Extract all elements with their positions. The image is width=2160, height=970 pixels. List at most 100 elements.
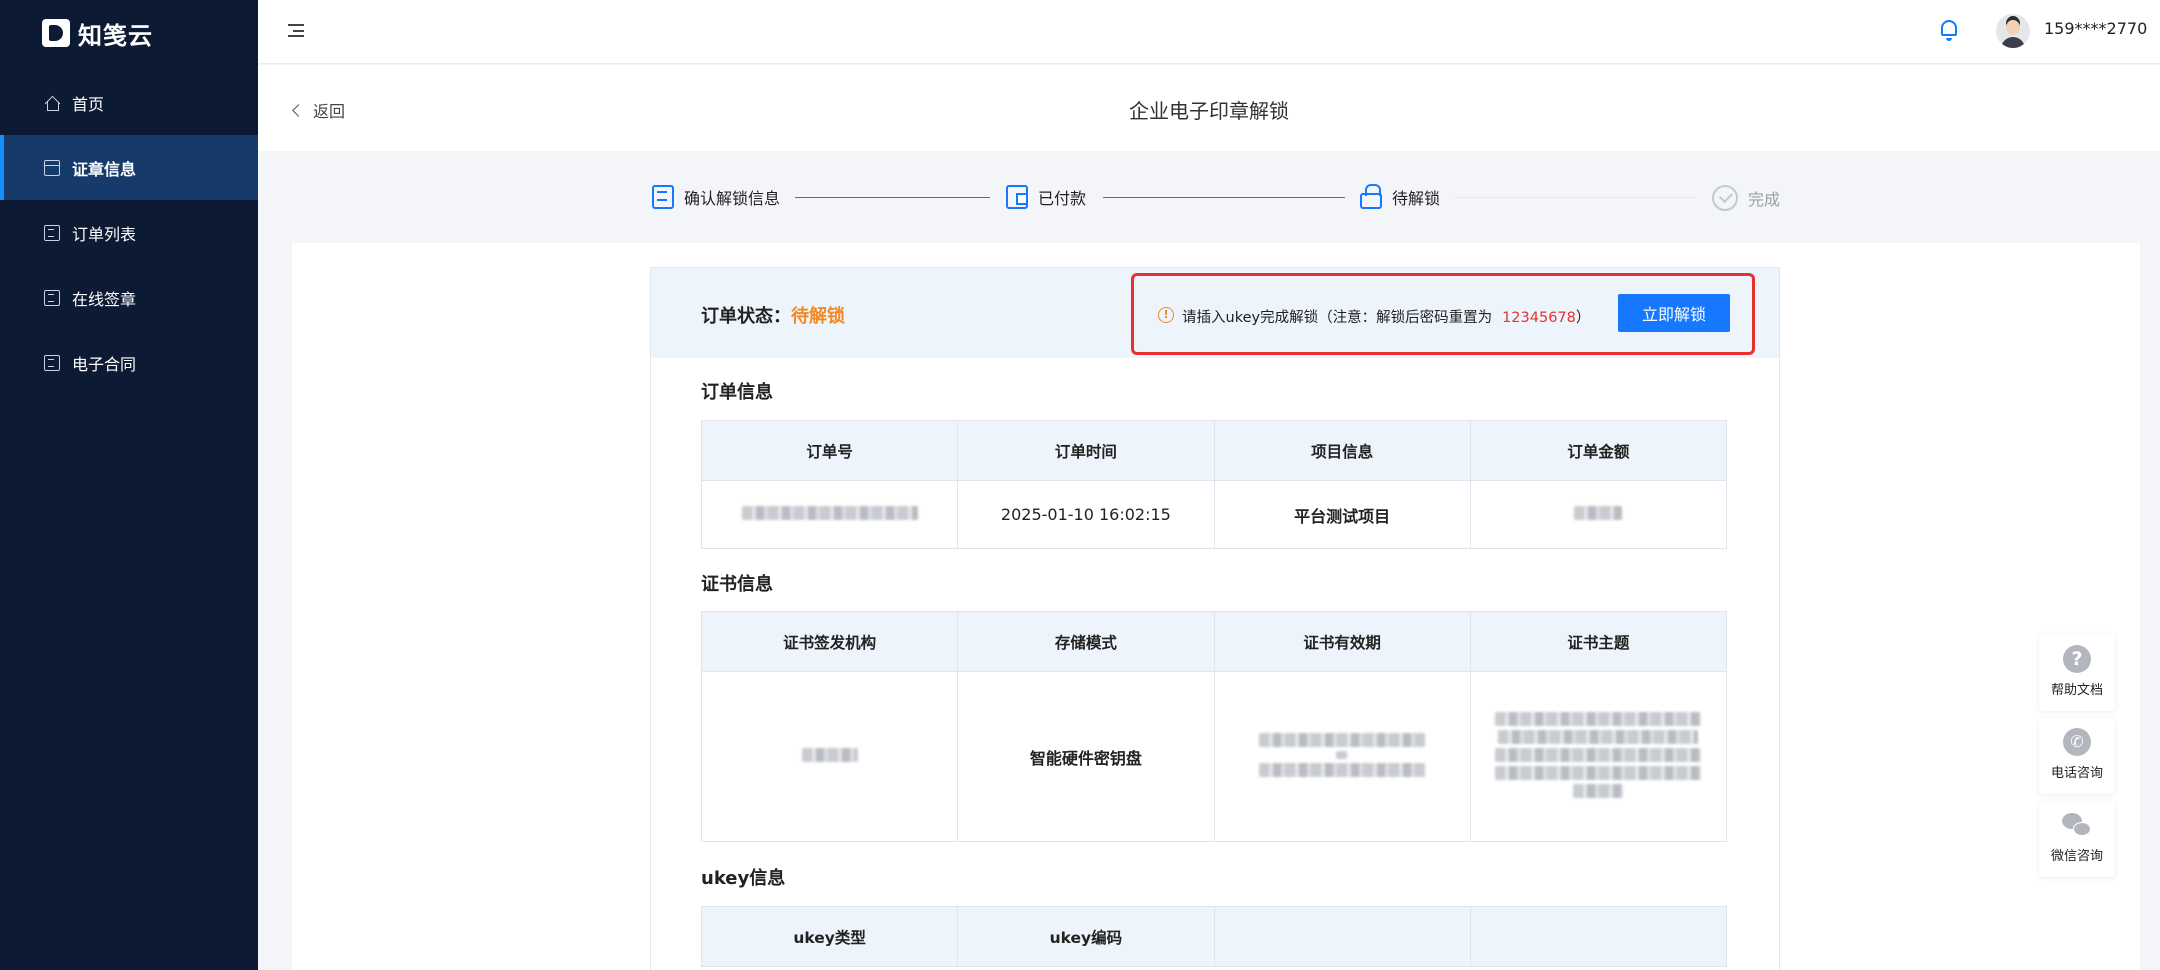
order-detail-card: 订单状态：待解锁 ! 请插入ukey完成解锁（注意：解锁后密码重置为 123456…	[650, 267, 1780, 970]
sidebar-item-home[interactable]: 首页	[0, 70, 258, 135]
table-header: 项目信息	[1213, 420, 1471, 481]
sidebar-item-order-list[interactable]: 订单列表	[0, 200, 258, 265]
redacted-value	[741, 506, 918, 520]
redacted-value	[1574, 506, 1623, 520]
project-cell: 平台测试项目	[1213, 480, 1471, 549]
main-content: 订单状态：待解锁 ! 请插入ukey完成解锁（注意：解锁后密码重置为 123456…	[292, 243, 2140, 970]
help-docs-button[interactable]: ? 帮助文档	[2039, 635, 2115, 711]
table-header: ukey类型	[700, 906, 959, 967]
step-label: 确认解锁信息	[684, 189, 781, 208]
table-header: 证书有效期	[1213, 611, 1471, 672]
table-header: 证书签发机构	[700, 611, 959, 672]
reset-password: 12345678	[1502, 310, 1576, 326]
table-row: 智能硬件密钥盘	[700, 671, 1728, 842]
table-header	[1213, 906, 1471, 967]
step-label: 待解锁	[1392, 189, 1441, 208]
order-info-table: 订单号 订单时间 项目信息 订单金额 2025-01-10 16:02:15 平…	[700, 420, 1728, 549]
sidebar-item-online-sign[interactable]: 在线签章	[0, 265, 258, 330]
order-amount-cell	[1469, 480, 1728, 549]
home-icon	[44, 95, 60, 111]
sidebar-item-label: 证章信息	[72, 159, 137, 179]
order-status: 订单状态：待解锁	[701, 302, 845, 328]
cert-info-table: 证书签发机构 存储模式 证书有效期 证书主题 智能硬件密钥盘	[700, 611, 1728, 842]
sidebar-item-label: 首页	[72, 94, 105, 114]
progress-steps: 确认解锁信息 已付款 待解锁 完成	[258, 151, 2160, 243]
page-title: 企业电子印章解锁	[1129, 99, 1289, 123]
table-header: 订单金额	[1469, 420, 1728, 481]
sidebar-item-e-contract[interactable]: 电子合同	[0, 330, 258, 395]
sidebar-item-label: 电子合同	[72, 354, 137, 374]
step-complete: 完成	[1712, 185, 1780, 211]
table-header: 订单号	[700, 420, 959, 481]
bell-icon[interactable]	[1939, 18, 1959, 42]
storage-mode-cell: 智能硬件密钥盘	[957, 671, 1215, 842]
logo-icon	[42, 19, 70, 47]
order-status-bar: 订单状态：待解锁 ! 请插入ukey完成解锁（注意：解锁后密码重置为 123456…	[651, 268, 1779, 358]
sidebar: 知笺云 首页 证章信息 订单列表 在线签章 电子合同	[0, 0, 258, 970]
order-info-title: 订单信息	[701, 382, 773, 403]
check-circle-icon	[1712, 185, 1738, 211]
sidebar-item-label: 在线签章	[72, 289, 137, 309]
float-action-label: 帮助文档	[2050, 683, 2103, 698]
table-header: 订单时间	[957, 420, 1215, 481]
phone-consult-button[interactable]: ✆ 电话咨询	[2039, 718, 2115, 794]
avatar[interactable]	[1996, 14, 2030, 48]
step-connector	[1455, 197, 1695, 198]
calendar-icon	[44, 159, 60, 176]
warning-icon: !	[1158, 307, 1174, 323]
ukey-info-title: ukey信息	[701, 868, 786, 889]
wechat-consult-button[interactable]: 微信咨询	[2039, 801, 2115, 877]
float-action-label: 微信咨询	[2050, 849, 2103, 864]
redacted-value	[801, 748, 858, 762]
cert-info-title: 证书信息	[701, 574, 773, 595]
order-time-cell: 2025-01-10 16:02:15	[957, 480, 1215, 549]
step-connector	[795, 197, 990, 198]
app-name: 知笺云	[78, 21, 153, 50]
table-header-row: 证书签发机构 存储模式 证书有效期 证书主题	[700, 611, 1728, 672]
document-check-icon	[652, 185, 674, 209]
question-icon: ?	[2063, 645, 2091, 673]
unlock-alert-text: 请插入ukey完成解锁（注意：解锁后密码重置为 12345678）	[1182, 306, 1590, 327]
step-label: 完成	[1748, 190, 1781, 209]
subject-cell	[1469, 671, 1728, 842]
table-header: 证书主题	[1469, 611, 1728, 672]
table-header: ukey编码	[957, 906, 1215, 967]
wechat-icon	[2062, 811, 2092, 839]
title-bar: 返回 企业电子印章解锁	[258, 65, 2160, 151]
menu-fold-icon[interactable]	[288, 24, 304, 37]
sidebar-item-seal-info[interactable]: 证章信息	[0, 135, 258, 200]
step-connector	[1103, 197, 1345, 198]
top-header: 159****2770	[258, 0, 2160, 64]
document-icon	[44, 354, 60, 371]
app-logo[interactable]: 知笺云	[42, 16, 153, 50]
validity-cell	[1213, 671, 1471, 842]
unlock-alert: ! 请插入ukey完成解锁（注意：解锁后密码重置为 12345678） 立即解锁	[1131, 273, 1755, 355]
float-actions: ? 帮助文档 ✆ 电话咨询 微信咨询	[2039, 635, 2115, 877]
table-header: 存储模式	[957, 611, 1215, 672]
unlock-now-button[interactable]: 立即解锁	[1618, 294, 1730, 332]
table-header-row: 订单号 订单时间 项目信息 订单金额	[700, 420, 1728, 481]
list-icon	[44, 224, 60, 241]
phone-icon: ✆	[2063, 728, 2091, 756]
issuer-cell	[700, 671, 959, 842]
redacted-value	[1239, 729, 1445, 781]
ukey-info-table: ukey类型 ukey编码	[700, 906, 1728, 967]
step-pending-unlock: 待解锁	[1360, 184, 1441, 209]
list-icon	[44, 289, 60, 306]
table-header	[1469, 906, 1728, 967]
float-action-label: 电话咨询	[2050, 766, 2103, 781]
lock-icon	[1360, 184, 1382, 209]
order-status-value: 待解锁	[791, 306, 845, 327]
order-number-cell	[700, 480, 959, 549]
alert-suffix: ）	[1575, 310, 1591, 326]
user-phone[interactable]: 159****2770	[2044, 19, 2147, 38]
order-status-label: 订单状态：	[701, 306, 791, 327]
step-paid: 已付款	[1006, 185, 1086, 209]
step-label: 已付款	[1038, 189, 1087, 208]
alert-message: 请插入ukey完成解锁（注意：解锁后密码重置为	[1182, 310, 1493, 326]
table-row: 2025-01-10 16:02:15 平台测试项目	[700, 480, 1728, 549]
sidebar-nav: 首页 证章信息 订单列表 在线签章 电子合同	[0, 70, 258, 395]
table-header-row: ukey类型 ukey编码	[700, 906, 1728, 967]
step-confirm: 确认解锁信息	[652, 185, 780, 209]
sidebar-item-label: 订单列表	[72, 224, 137, 244]
